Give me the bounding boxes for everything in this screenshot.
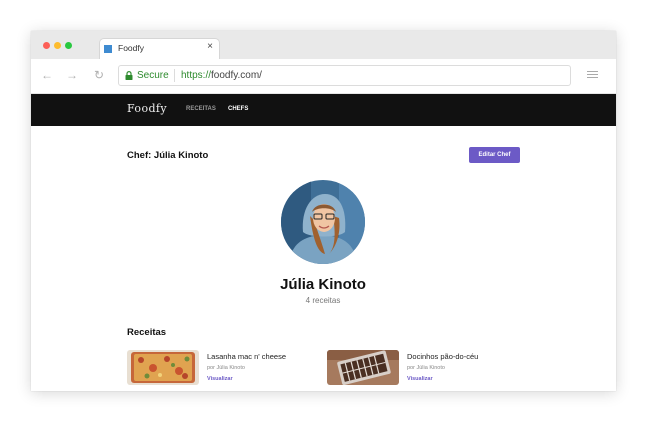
url-scheme: https:// (181, 70, 212, 81)
browser-tab[interactable]: Foodfy × (99, 38, 220, 59)
recipes-section-title: Receitas (127, 327, 167, 338)
site-logo[interactable]: Foodfy (127, 102, 167, 115)
address-bar[interactable]: Secure https://foodfy.com/ (118, 65, 571, 86)
recipe-card[interactable]: Docinhos pão-do-céu por Júlia Kinoto Vis… (327, 350, 507, 390)
lock-icon (125, 71, 133, 80)
chef-photo (281, 180, 365, 264)
sweets-image (327, 350, 399, 385)
close-window-button[interactable] (43, 42, 50, 49)
secure-label: Secure (137, 70, 169, 81)
menu-icon[interactable] (587, 71, 598, 80)
nav-link-receitas[interactable]: RECEITAS (186, 106, 216, 112)
recipe-thumbnail[interactable] (127, 350, 199, 385)
view-recipe-link[interactable]: Visualizar (407, 376, 433, 382)
tab-close-icon[interactable]: × (207, 41, 213, 52)
avatar (281, 180, 365, 264)
minimize-window-button[interactable] (54, 42, 61, 49)
forward-arrow-icon[interactable]: → (66, 68, 78, 82)
site-navbar: Foodfy RECEITAS CHEFS (31, 94, 616, 126)
chef-recipe-count: 4 receitas (305, 296, 341, 305)
tab-title: Foodfy (118, 43, 144, 53)
view-recipe-link[interactable]: Visualizar (207, 376, 233, 382)
browser-window: Foodfy × ← → ↻ Secure https://foodfy.com… (31, 31, 616, 391)
recipe-author: por Júlia Kinoto (407, 365, 445, 371)
recipe-title: Lasanha mac n' cheese (207, 352, 286, 361)
favicon-icon (104, 45, 112, 53)
page-content: Chef: Júlia Kinoto Editar Chef Júlia Kin… (31, 126, 616, 391)
maximize-window-button[interactable] (65, 42, 72, 49)
recipe-thumbnail[interactable] (327, 350, 399, 385)
nav-link-chefs[interactable]: CHEFS (228, 106, 248, 112)
address-divider (174, 69, 175, 82)
recipe-author: por Júlia Kinoto (207, 365, 245, 371)
edit-chef-button[interactable]: Editar Chef (469, 147, 520, 163)
browser-toolbar: ← → ↻ Secure https://foodfy.com/ (31, 59, 616, 94)
back-arrow-icon[interactable]: ← (41, 68, 53, 82)
recipe-title: Docinhos pão-do-céu (407, 352, 479, 361)
page-title: Chef: Júlia Kinoto (127, 150, 209, 161)
recipe-card[interactable]: Lasanha mac n' cheese por Júlia Kinoto V… (127, 350, 307, 390)
lasagna-image (127, 350, 199, 385)
reload-icon[interactable]: ↻ (94, 68, 104, 82)
url-text: https://foodfy.com/ (181, 70, 262, 81)
chef-name: Júlia Kinoto (280, 276, 366, 293)
url-host: foodfy.com/ (211, 70, 262, 81)
tab-bar: Foodfy × (31, 31, 616, 59)
